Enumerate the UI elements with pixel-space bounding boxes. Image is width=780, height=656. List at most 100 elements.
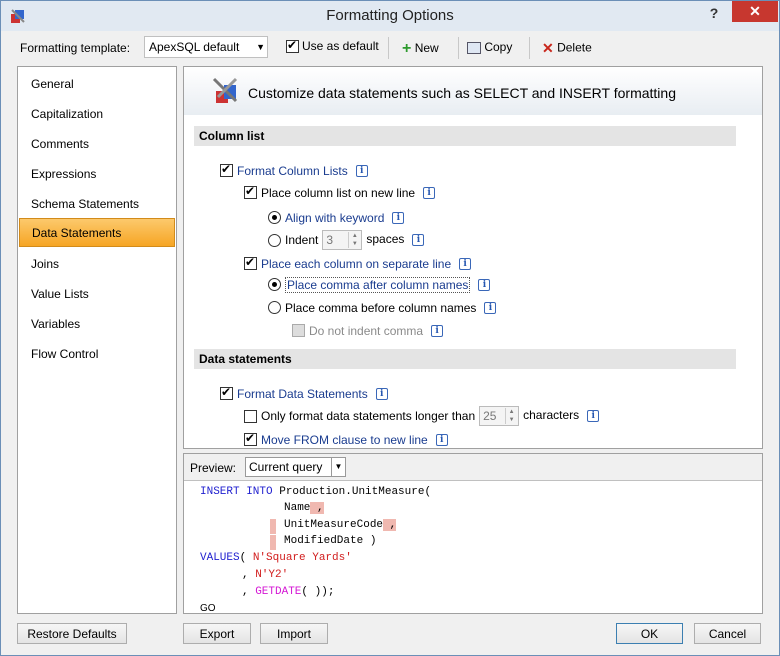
sidebar-item-data-statements[interactable]: Data Statements [19, 218, 175, 247]
indent-spinner[interactable]: 3 ▲ ▼ [322, 230, 363, 250]
new-button[interactable]: + New [402, 40, 439, 58]
code-text: ( [239, 552, 253, 564]
category-sidebar: General Capitalization Comments Expressi… [17, 66, 177, 614]
preview-pane: Preview: Current query ▼ INSERT INTO Pro… [183, 453, 763, 614]
format-data-statements-label: Format Data Statements [237, 386, 368, 401]
length-value: 25 [483, 409, 497, 423]
new-label: New [414, 41, 439, 56]
move-from-checkbox[interactable]: Move FROM clause to new line i [244, 431, 448, 447]
sidebar-item-schema-statements[interactable]: Schema Statements [18, 189, 176, 217]
cancel-button[interactable]: Cancel [694, 623, 761, 644]
move-from-label: Move FROM clause to new line [261, 432, 428, 447]
checkbox-icon [244, 184, 257, 200]
code-line: GO [200, 603, 216, 614]
length-spinner[interactable]: 25 ▲ ▼ [479, 406, 520, 426]
sidebar-item-joins[interactable]: Joins [18, 249, 176, 277]
only-longer-checkbox[interactable]: Only format data statements longer than 2… [244, 406, 600, 426]
code-highlight: , [310, 502, 324, 514]
sidebar-item-value-lists[interactable]: Value Lists [18, 279, 176, 307]
format-column-lists-checkbox[interactable]: Format Column Lists i [220, 162, 368, 178]
code-text: Name [284, 502, 311, 514]
formatting-options-window: Formatting Options ? ✕ Formatting templa… [0, 0, 780, 656]
code-line: , N'Y2' [242, 569, 288, 581]
indent-value: 3 [326, 233, 334, 247]
close-button[interactable]: ✕ [732, 1, 778, 22]
copy-button[interactable]: Copy [467, 40, 512, 54]
indent-radio[interactable]: Indent 3 ▲ ▼ spaces i [268, 230, 425, 250]
sidebar-item-expressions[interactable]: Expressions [18, 159, 176, 187]
indent-label: Indent [285, 233, 319, 247]
info-icon[interactable]: i [355, 164, 368, 177]
code-text: , [242, 586, 256, 598]
code-line: ModifiedDate ) [284, 535, 376, 547]
info-icon[interactable]: i [431, 324, 444, 337]
highlight-marker [270, 519, 276, 534]
copy-label: Copy [484, 40, 513, 54]
separate-line-checkbox[interactable]: Place each column on separate line i [244, 255, 472, 271]
export-button[interactable]: Export [183, 623, 251, 644]
toolbar-separator [458, 37, 459, 59]
code-line: , GETDATE( )); [242, 586, 334, 598]
info-icon[interactable]: i [587, 410, 600, 422]
checkbox-icon [292, 324, 305, 338]
radio-icon [268, 211, 281, 225]
info-icon[interactable]: i [375, 387, 388, 400]
code-keyword: VALUES [200, 552, 240, 564]
preview-select[interactable]: Current query ▼ [245, 457, 346, 477]
info-icon[interactable]: i [478, 278, 491, 291]
sidebar-item-flow-control[interactable]: Flow Control [18, 339, 176, 367]
info-icon[interactable]: i [412, 234, 425, 246]
place-on-new-line-checkbox[interactable]: Place column list on new line i [244, 184, 436, 200]
align-with-keyword-radio[interactable]: Align with keyword i [268, 210, 405, 225]
sidebar-item-comments[interactable]: Comments [18, 129, 176, 157]
preview-bar: Preview: Current query ▼ [184, 454, 762, 481]
checkbox-icon [244, 431, 257, 447]
info-icon[interactable]: i [435, 433, 448, 446]
info-icon[interactable]: i [392, 211, 405, 224]
comma-before-radio[interactable]: Place comma before column names i [268, 300, 497, 315]
ok-button[interactable]: OK [616, 623, 683, 644]
place-on-new-line-label: Place column list on new line [261, 185, 416, 200]
import-button[interactable]: Import [260, 623, 328, 644]
restore-defaults-button[interactable]: Restore Defaults [17, 623, 127, 644]
template-select[interactable]: ApexSQL default ▼ [144, 36, 268, 58]
toolbar-separator [388, 37, 389, 59]
delete-button[interactable]: ✕ Delete [542, 40, 592, 57]
preview-select-value: Current query [249, 460, 323, 474]
code-highlight: , [383, 519, 397, 531]
sidebar-item-general[interactable]: General [18, 69, 176, 97]
info-icon[interactable]: i [484, 301, 497, 314]
code-text: Production.UnitMeasure( [279, 486, 432, 498]
code-text: ( )); [301, 586, 335, 598]
template-label: Formatting template: [20, 41, 131, 55]
code-text: , [242, 569, 256, 581]
sidebar-item-capitalization[interactable]: Capitalization [18, 99, 176, 127]
comma-after-radio[interactable]: Place comma after column names i [268, 276, 491, 293]
toolbar: Formatting template: ApexSQL default ▼ U… [1, 31, 779, 63]
spaces-label: spaces [366, 232, 405, 247]
code-string: N'Square Yards' [252, 552, 352, 564]
banner-text: Customize data statements such as SELECT… [248, 85, 676, 101]
comma-after-label: Place comma after column names [285, 276, 471, 293]
radio-icon [268, 278, 281, 292]
code-keyword: INSERT INTO [200, 486, 273, 498]
sidebar-item-variables[interactable]: Variables [18, 309, 176, 337]
code-line: INSERT INTO Production.UnitMeasure( [200, 486, 431, 498]
code-text: ModifiedDate ) [284, 535, 377, 547]
format-column-lists-label: Format Column Lists [237, 163, 348, 178]
no-indent-comma-checkbox[interactable]: Do not indent comma i [292, 323, 444, 338]
toolbar-separator [529, 37, 530, 59]
spinner-arrows-icon[interactable]: ▲ ▼ [505, 408, 517, 424]
format-data-statements-checkbox[interactable]: Format Data Statements i [220, 385, 388, 401]
window-title: Formatting Options [326, 7, 454, 24]
code-text: GO [200, 603, 216, 614]
code-preview[interactable]: INSERT INTO Production.UnitMeasure( Name… [184, 482, 762, 614]
checkbox-icon [244, 255, 257, 271]
info-icon[interactable]: i [423, 186, 436, 199]
info-icon[interactable]: i [459, 257, 472, 270]
checkbox-icon [286, 38, 299, 54]
use-as-default-checkbox[interactable]: Use as default [286, 38, 379, 54]
spinner-arrows-icon[interactable]: ▲ ▼ [348, 232, 360, 248]
highlight-marker [270, 535, 276, 550]
help-button[interactable]: ? [704, 5, 724, 25]
